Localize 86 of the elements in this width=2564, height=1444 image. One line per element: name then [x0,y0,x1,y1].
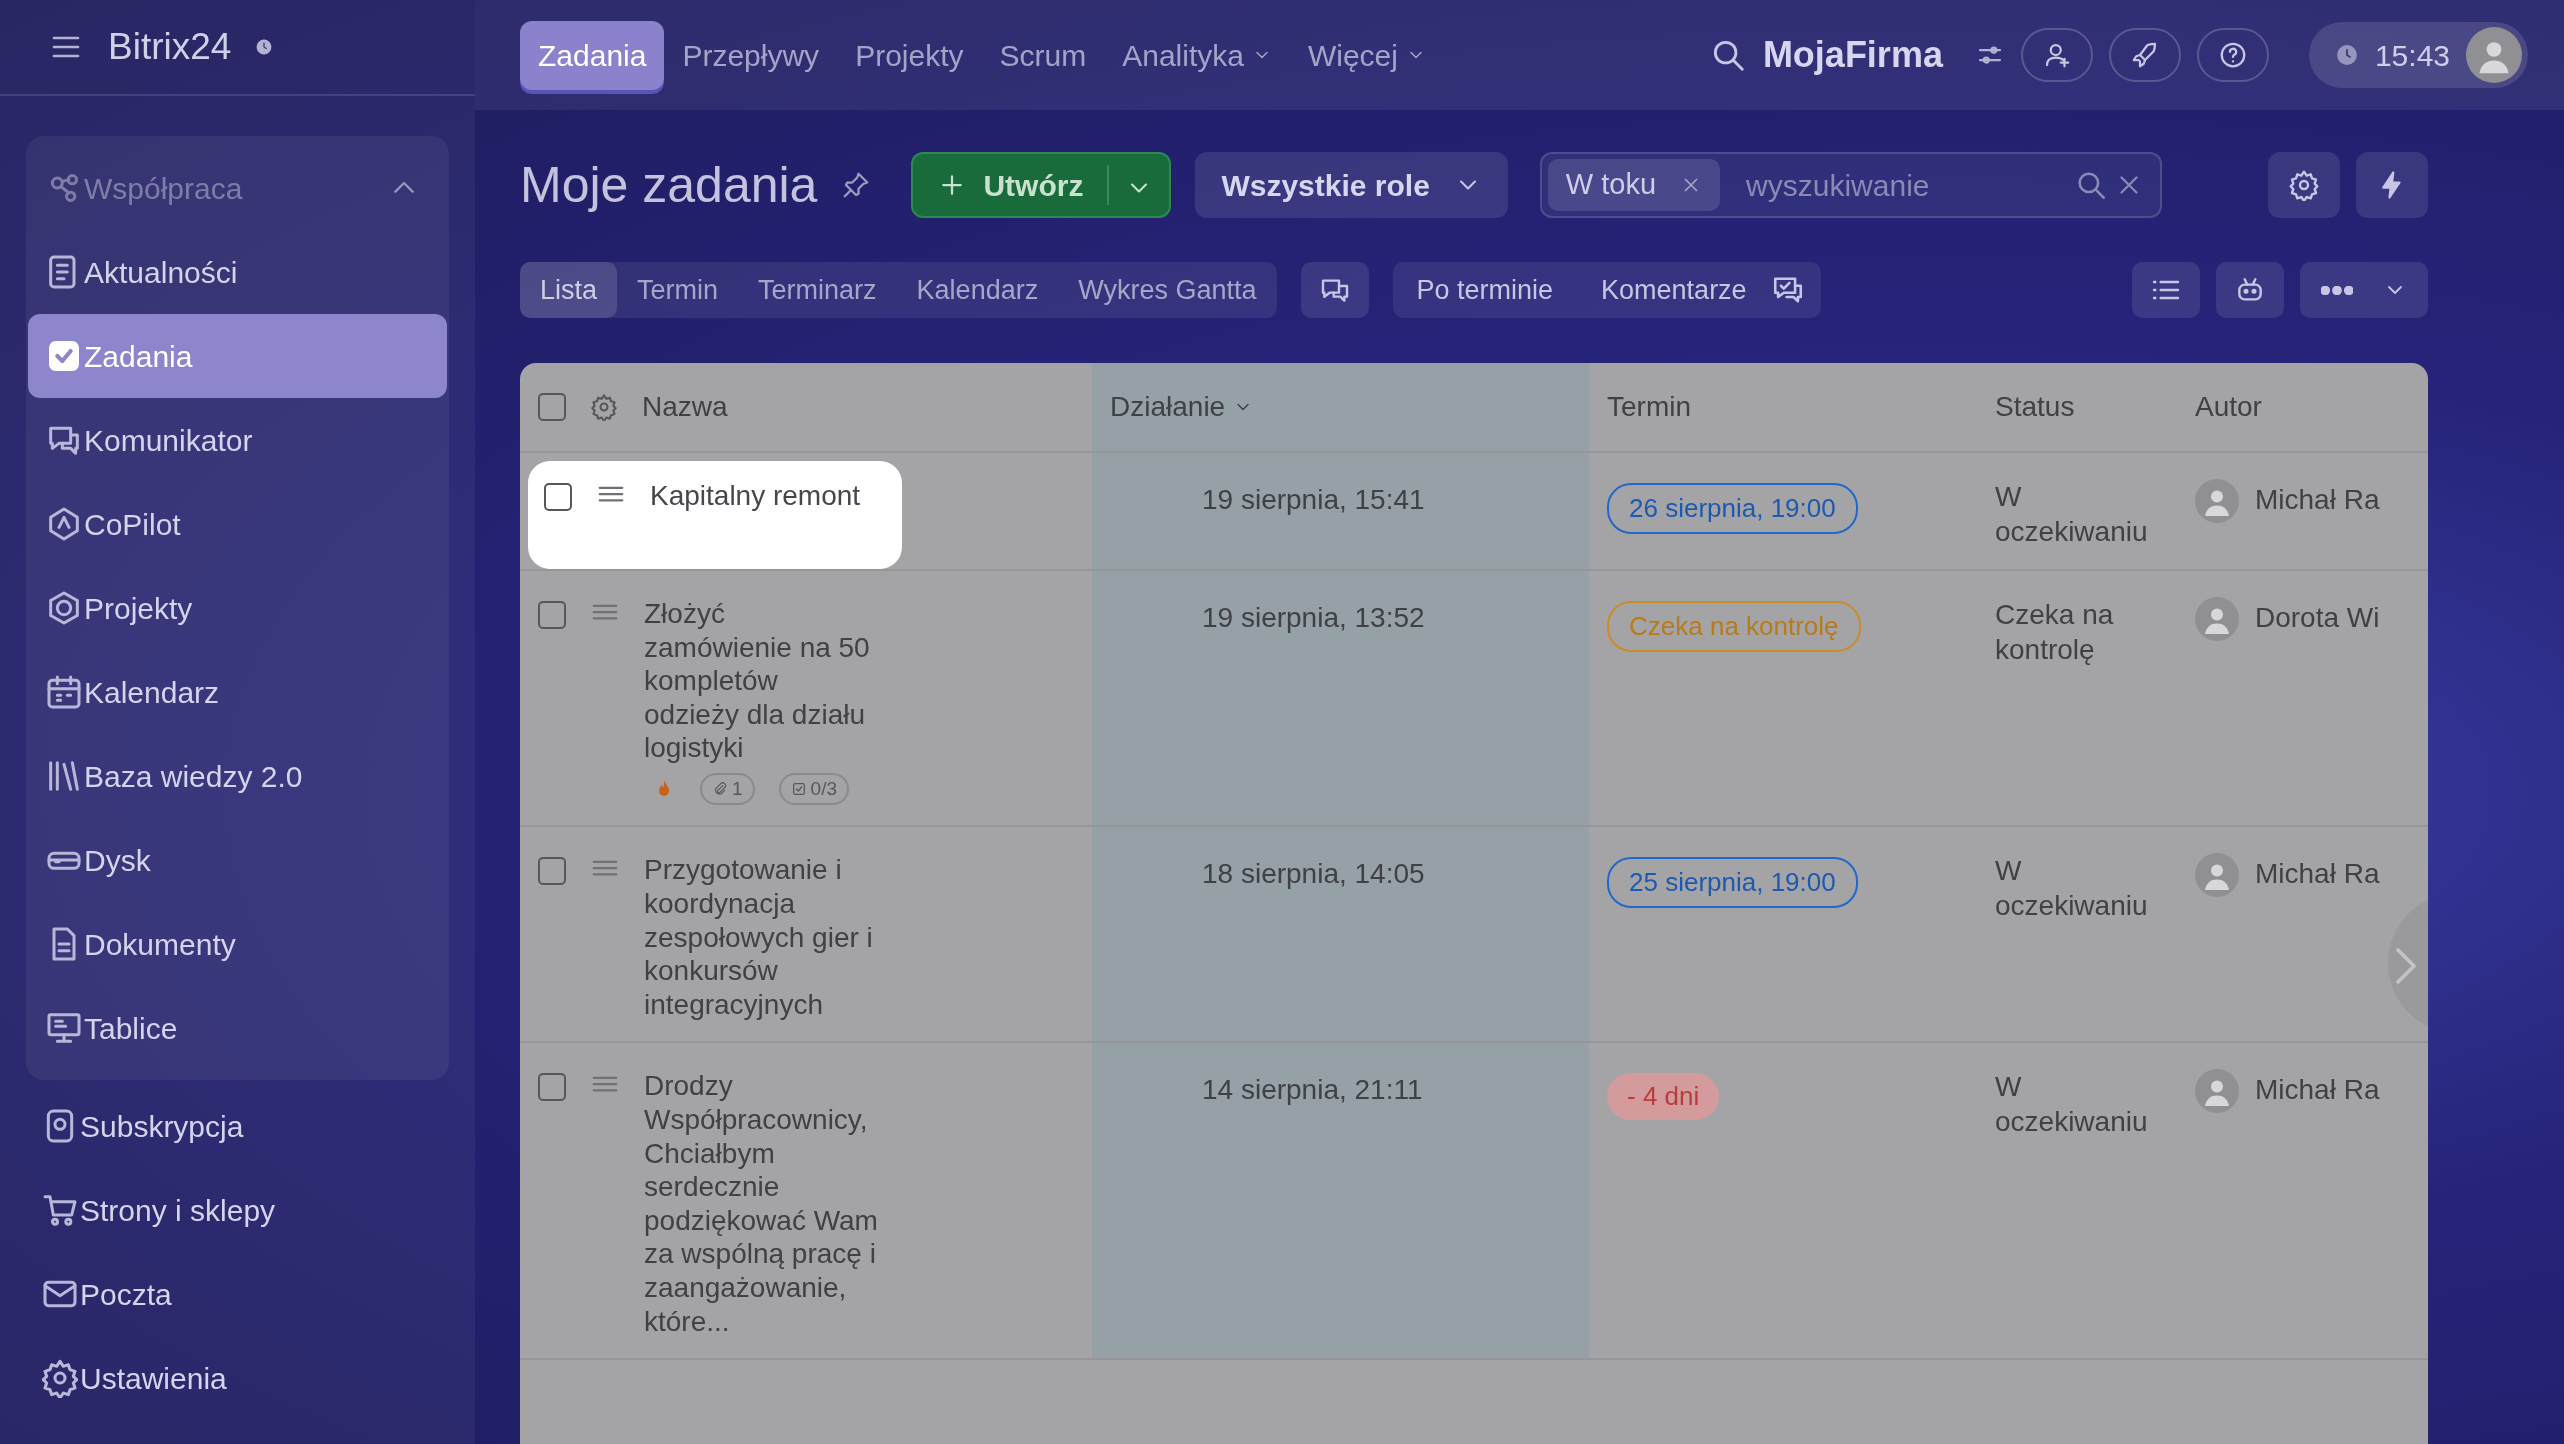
invite-button[interactable] [2020,28,2093,82]
task-name[interactable]: Przygotowanie i koordynacja zespołowych gier i konkursów integracyjnych [644,853,879,1022]
row-checkbox[interactable] [544,483,572,511]
sidebar-item[interactable]: Kalendarz [28,650,447,734]
sidebar-item[interactable]: Subskrypcja [24,1084,451,1168]
author-name[interactable]: Dorota Wi [2255,597,2380,639]
sidebar-item[interactable]: Komunikator [28,398,447,482]
row-checkbox[interactable] [538,857,566,886]
list-button[interactable] [2132,262,2200,318]
more-button[interactable] [2300,262,2428,318]
row-checkbox[interactable] [538,1073,566,1102]
time-pill[interactable]: 15:43 [2308,22,2528,88]
column-header[interactable]: Działanie [1110,386,1254,428]
clock-icon [255,38,274,56]
sidebar-item[interactable]: Baza wiedzy 2.0 [28,734,447,818]
paperclip-icon [712,781,728,798]
status-text: W oczekiwaniu [1995,854,2149,924]
task-name[interactable]: Złożyć zamówienie na 50 kompletów odzieży dla działu logistyki [644,597,879,765]
robot-button[interactable] [2216,262,2284,318]
view-tab[interactable]: Kalendarz [896,262,1059,318]
select-all-checkbox[interactable] [538,393,566,421]
page-title: Moje zadania [520,156,818,215]
counter-filter[interactable]: Komentarze [1577,262,1771,318]
deadline-badge[interactable]: 26 sierpnia, 19:00 [1607,483,1858,534]
nav-tab[interactable]: Analityka [1104,20,1290,90]
deadline-badge[interactable]: 25 sierpnia, 19:00 [1607,857,1858,909]
sidebar-item[interactable]: Dysk [28,818,447,902]
activity-date: 14 sierpnia, 21:11 [1202,1074,1423,1106]
search-input[interactable]: wyszukiwanie [1744,161,2075,209]
sidebar-item[interactable]: Strony i sklepy [24,1168,451,1252]
sidebar-item[interactable]: Projekty [28,566,447,650]
time: 15:43 [2374,37,2450,74]
clock-icon [2334,43,2359,67]
column-header[interactable]: Status [1995,386,2075,428]
lightning-button[interactable] [2356,152,2428,218]
avatar[interactable] [2466,27,2522,83]
view-tab[interactable]: Lista [520,262,618,318]
settings-button[interactable] [2268,152,2340,218]
task-name[interactable]: Drodzy Współpracownicy, Chciałbym serdecznie podziękować Wam za wspólną pracę i zaangażowanie, które... [644,1069,879,1339]
settings-icon [40,1358,80,1398]
filter-chip[interactable]: W toku [1547,159,1721,211]
sidebar-group-header[interactable]: Współpraca [28,146,447,230]
sidebar-item[interactable]: Zadania [28,314,447,398]
chevron-right-icon [2396,948,2416,985]
sidebar-item[interactable]: Aktualności [28,230,447,314]
author-name[interactable]: Michał Ra [2255,853,2380,896]
attachment-count[interactable]: 1 [700,772,755,806]
activity-date: 18 sierpnia, 14:05 [1202,858,1425,890]
settings-icon [590,393,618,421]
filter-search-field[interactable]: W toku wyszukiwanie [1539,152,2163,218]
sidebar-item[interactable]: Ustawienia [24,1336,451,1420]
status-text: Czeka na kontrolę [1995,598,2115,667]
nav-tab[interactable]: Scrum [981,20,1105,90]
row-checkbox[interactable] [538,601,566,629]
settings-icon [2288,169,2320,201]
create-button[interactable]: Utwórz [911,152,1172,218]
column-header[interactable]: Termin [1607,386,1691,428]
nav-tab[interactable]: Projekty [837,20,982,90]
column-header[interactable]: Nazwa [642,386,728,428]
chat-button[interactable] [1300,262,1369,318]
author-name[interactable]: Michał Ra [2255,479,2380,521]
sidebar-item[interactable]: Tablice [28,986,447,1070]
sidebar-item[interactable]: Poczta [24,1252,451,1336]
checklist-count[interactable]: 0/3 [778,772,849,806]
nav-tab[interactable]: Więcej [1289,20,1444,90]
help-button[interactable] [2196,28,2269,82]
counter-filter[interactable]: Po terminie [1392,262,1578,318]
sidebar-item[interactable]: CoPilot [28,482,447,566]
checklist-icon [790,781,807,798]
company-name[interactable]: MojaFirma [1762,28,1943,82]
status-text: W oczekiwaniu [1995,1070,2149,1140]
dots-icon [2321,285,2353,295]
roles-dropdown[interactable]: Wszystkie role [1195,152,1508,218]
status-text: W oczekiwaniu [1995,480,2149,549]
view-tab[interactable]: Wykres Gantta [1058,262,1277,318]
author-name[interactable]: Michał Ra [2255,1069,2380,1112]
logo: Bitrix24 [108,25,232,70]
sidebar-item[interactable]: Dokumenty [28,902,447,986]
column-header[interactable]: Autor [2195,386,2262,428]
rocket-button[interactable] [2108,28,2181,82]
activity-date: 19 sierpnia, 13:52 [1202,602,1425,633]
activity-date: 19 sierpnia, 15:41 [1202,484,1425,515]
task-name[interactable]: Kapitalny remont [650,479,885,513]
view-tab[interactable]: Termin [617,262,739,318]
view-tab[interactable]: Terminarz [738,262,897,318]
nav-tab[interactable]: Przepływy [664,20,838,90]
